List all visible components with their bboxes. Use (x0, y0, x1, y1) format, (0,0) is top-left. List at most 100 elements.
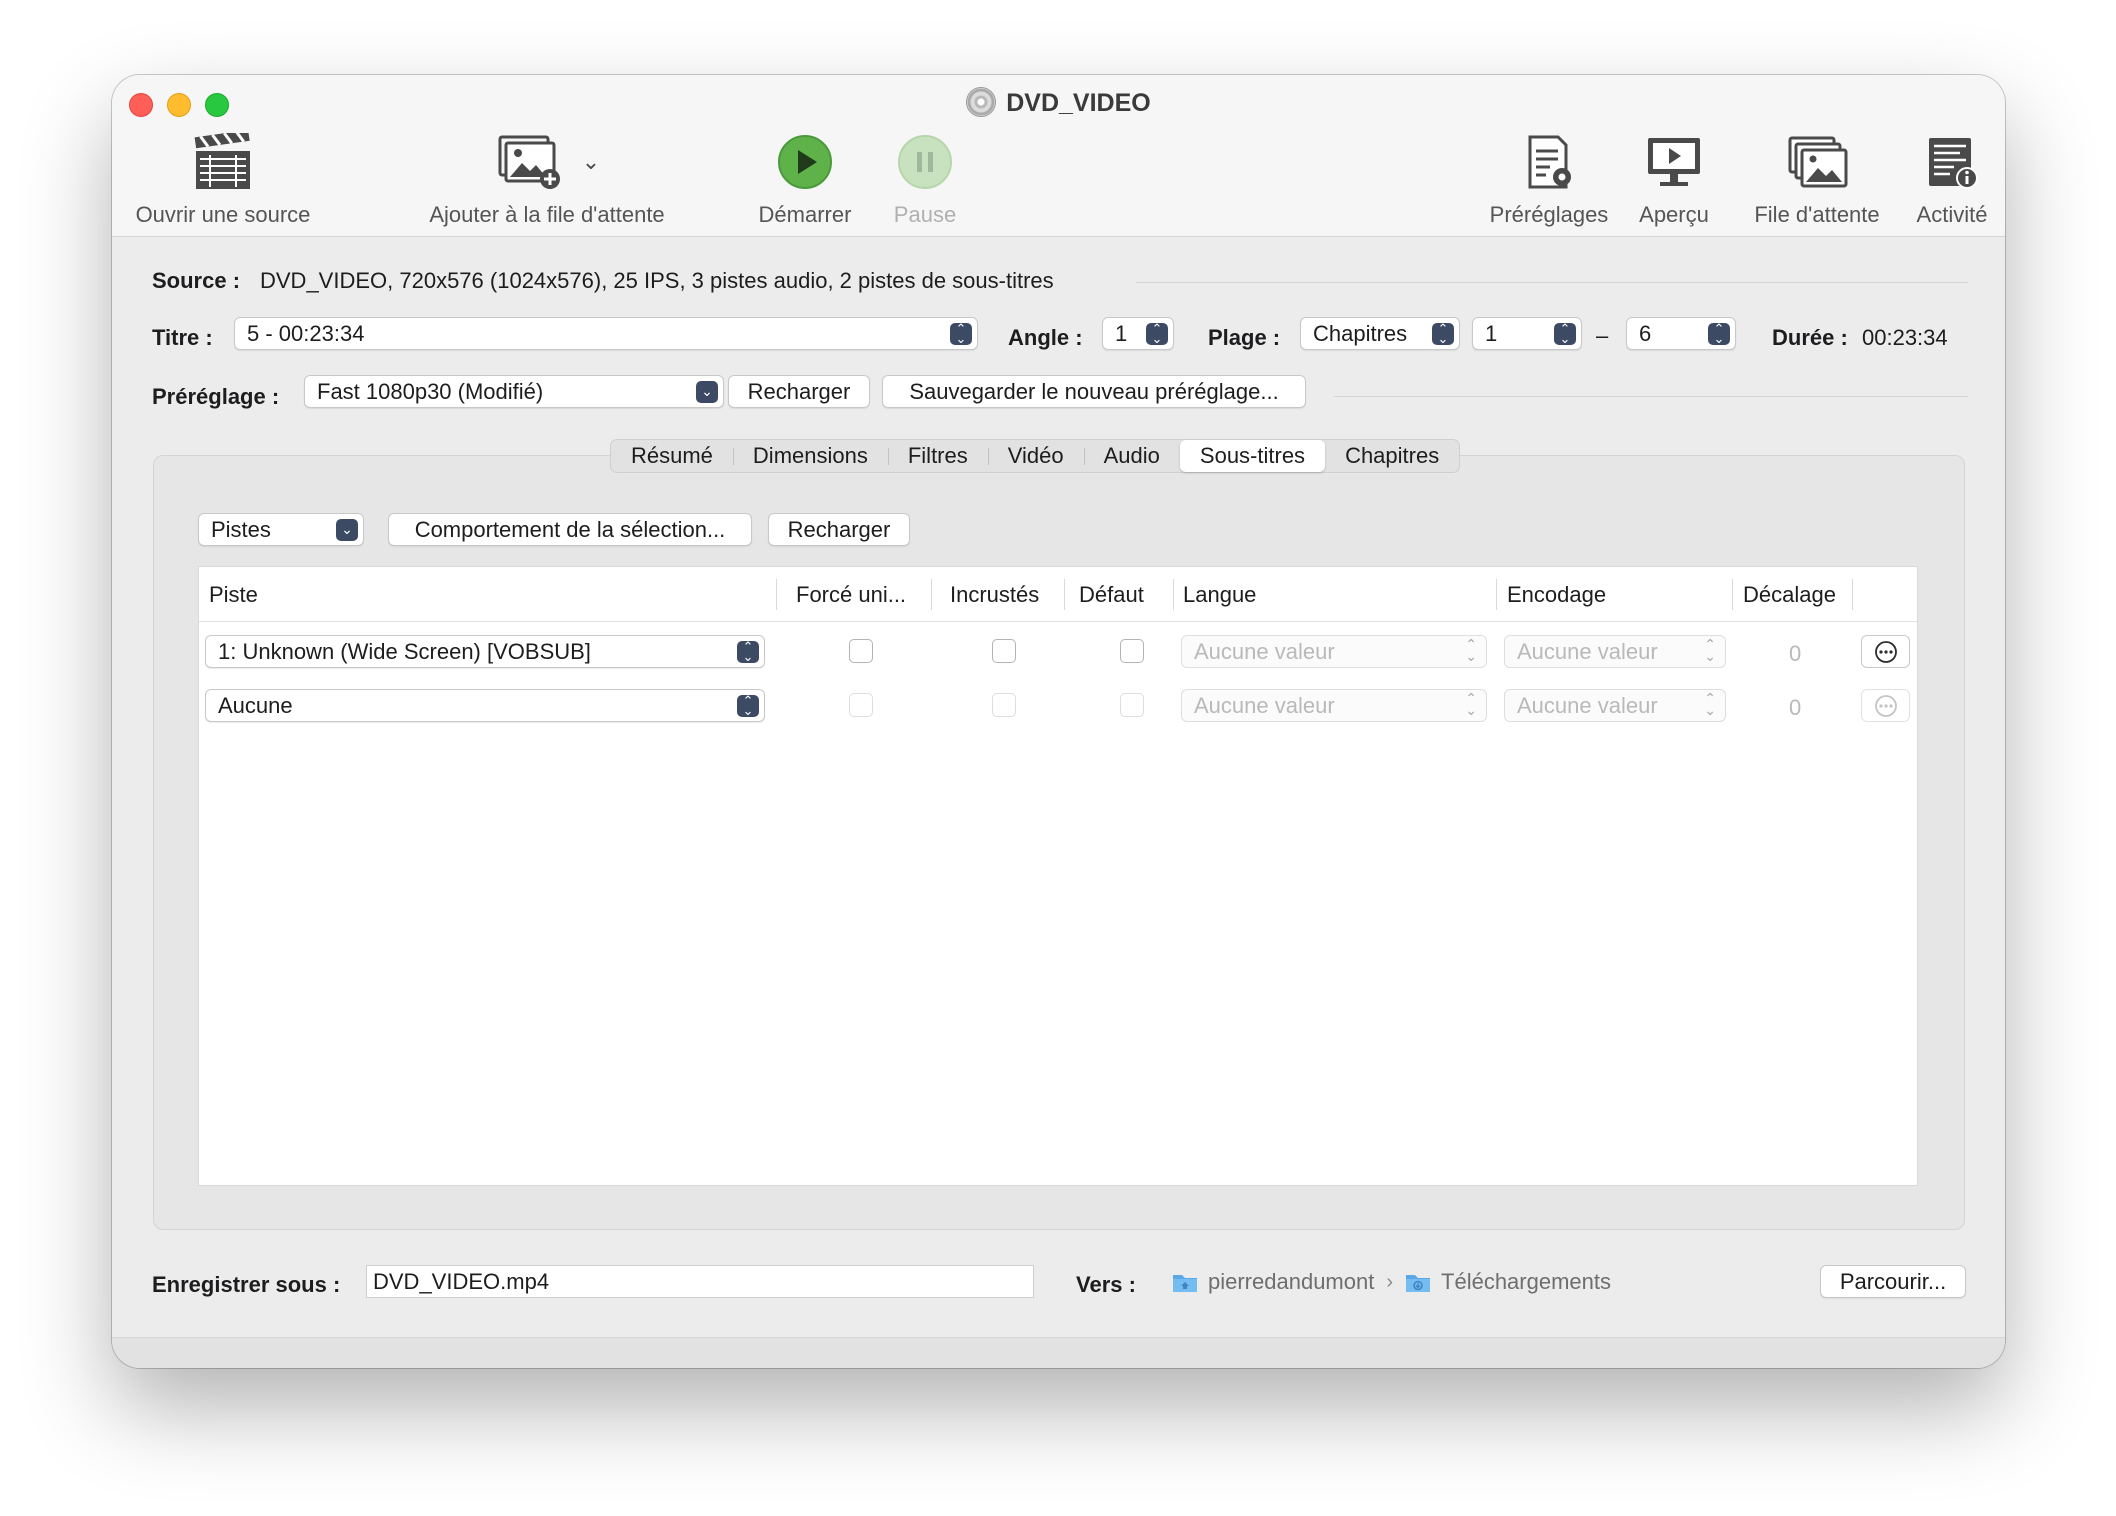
column-separator (776, 579, 777, 610)
tab-video[interactable]: Vidéo (987, 440, 1084, 472)
save-as-filename-input[interactable]: DVD_VIDEO.mp4 (366, 1265, 1034, 1298)
start-button[interactable]: Démarrer (740, 130, 870, 228)
language-value: Aucune valeur (1194, 639, 1335, 664)
preset-popup-value: Fast 1080p30 (Modifié) (317, 379, 544, 404)
chevron-down-icon: ⌄ (336, 519, 358, 541)
popup-arrows-icon: ⌃ ⌄ (737, 640, 759, 663)
save-new-preset-button[interactable]: Sauvegarder le nouveau préréglage... (882, 375, 1306, 408)
pause-label: Pause (893, 202, 957, 227)
track-select-popup[interactable]: Aucune ⌃ ⌄ (205, 689, 765, 722)
range-start-popup[interactable]: 1 ⌃ ⌄ (1472, 317, 1582, 350)
reload-preset-button[interactable]: Recharger (728, 375, 870, 408)
column-header-language[interactable]: Langue (1183, 567, 1256, 622)
column-header-track[interactable]: Piste (209, 567, 258, 622)
tab-chapters[interactable]: Chapitres (1325, 440, 1459, 472)
forced-only-checkbox[interactable] (849, 639, 873, 663)
window-title-text: DVD_VIDEO (1006, 89, 1151, 117)
tab-filters[interactable]: Filtres (887, 440, 988, 472)
range-end-popup[interactable]: 6 ⌃ ⌄ (1626, 317, 1736, 350)
preview-label: Aperçu (1639, 202, 1709, 227)
popup-arrows-icon: ⌃ ⌄ (737, 694, 759, 717)
stacked-images-icon (1732, 130, 1902, 194)
encoding-popup: Aucune valeur ⌃ ⌄ (1504, 689, 1726, 722)
default-checkbox (1120, 693, 1144, 717)
burned-in-checkbox (992, 693, 1016, 717)
range-type-popup[interactable]: Chapitres ⌃ ⌄ (1300, 317, 1460, 350)
burned-in-checkbox[interactable] (992, 639, 1016, 663)
column-separator (1852, 579, 1853, 610)
source-label: Source : (152, 268, 241, 293)
chevron-down-icon[interactable]: ⌄ (582, 149, 600, 175)
downloads-folder-icon (1405, 1271, 1431, 1293)
track-options-button (1861, 689, 1910, 722)
range-start-value: 1 (1485, 321, 1498, 346)
tab-dimensions[interactable]: Dimensions (732, 440, 888, 472)
default-checkbox[interactable] (1120, 639, 1144, 663)
home-folder-icon (1172, 1271, 1198, 1293)
popup-arrows-icon: ⌃ ⌄ (1146, 322, 1168, 345)
tab-bar: Résumé Dimensions Filtres Vidéo Audio So… (610, 439, 1461, 473)
destination-label: Vers : (1076, 1272, 1136, 1297)
updown-arrows-icon: ⌃ ⌄ (1704, 690, 1716, 718)
chevron-down-icon: ⌄ (696, 381, 718, 403)
destination-path[interactable]: pierredandumont › Téléchargements (1172, 1269, 1611, 1295)
pause-icon (870, 130, 980, 194)
open-source-label: Ouvrir une source (135, 202, 311, 227)
browse-button[interactable]: Parcourir... (1820, 1265, 1966, 1298)
column-separator (1173, 579, 1174, 610)
column-separator (931, 579, 932, 610)
tab-subtitles[interactable]: Sous-titres (1179, 440, 1326, 472)
tab-summary[interactable]: Résumé (611, 440, 733, 472)
column-header-forced[interactable]: Forcé uni... (796, 567, 906, 622)
forced-only-checkbox (849, 693, 873, 717)
tracks-popup[interactable]: Pistes ⌄ (198, 513, 364, 546)
column-header-encoding[interactable]: Encodage (1507, 567, 1606, 622)
title-popup-value: 5 - 00:23:34 (247, 321, 365, 346)
range-end-value: 6 (1639, 321, 1652, 346)
add-to-queue-button[interactable]: ⌄ Ajouter à la file d'attente (402, 130, 692, 228)
angle-popup-value: 1 (1115, 321, 1128, 346)
path-segment-home: pierredandumont (1208, 1269, 1375, 1294)
window-title: DVD_VIDEO (112, 87, 2005, 118)
angle-popup[interactable]: 1 ⌃ ⌄ (1102, 317, 1174, 350)
window-bottom-bar (112, 1337, 2005, 1368)
reload-subtitles-button[interactable]: Recharger (768, 513, 910, 546)
popup-arrows-icon: ⌃ ⌄ (1432, 322, 1454, 345)
app-window: DVD_VIDEO Ouvrir une source ⌄ Ajouter à … (112, 75, 2005, 1368)
column-header-default[interactable]: Défaut (1079, 567, 1144, 622)
presets-button[interactable]: Préréglages (1478, 130, 1620, 228)
title-label: Titre : (152, 325, 213, 350)
preset-label: Préréglage : (152, 384, 280, 409)
column-separator (1732, 579, 1733, 610)
updown-arrows-icon: ⌃ ⌄ (1465, 690, 1477, 718)
tracks-popup-value: Pistes (211, 517, 271, 542)
activity-button[interactable]: Activité (1902, 130, 2002, 228)
track-select-value: Aucune (218, 693, 293, 718)
save-as-label: Enregistrer sous : (152, 1272, 341, 1297)
column-separator (1496, 579, 1497, 610)
add-to-queue-label: Ajouter à la file d'attente (429, 202, 665, 227)
column-header-offset[interactable]: Décalage (1743, 567, 1836, 622)
preview-button[interactable]: Aperçu (1624, 130, 1724, 228)
column-header-burned[interactable]: Incrustés (950, 567, 1039, 622)
column-separator (1064, 579, 1065, 610)
track-options-button[interactable] (1861, 635, 1910, 668)
preset-divider (1334, 396, 1968, 397)
open-source-button[interactable]: Ouvrir une source (130, 130, 316, 228)
queue-button[interactable]: File d'attente (1732, 130, 1902, 228)
range-type-value: Chapitres (1313, 321, 1408, 346)
selection-behavior-button[interactable]: Comportement de la sélection... (388, 513, 752, 546)
track-select-popup[interactable]: 1: Unknown (Wide Screen) [VOBSUB] ⌃ ⌄ (205, 635, 765, 668)
preset-popup[interactable]: Fast 1080p30 (Modifié) ⌄ (304, 375, 724, 408)
ellipsis-circle-icon (1874, 640, 1897, 663)
tab-audio[interactable]: Audio (1083, 440, 1180, 472)
chevron-right-icon: › (1386, 1270, 1394, 1293)
encoding-value: Aucune valeur (1517, 639, 1658, 664)
encoding-popup: Aucune valeur ⌃ ⌄ (1504, 635, 1726, 668)
duration-value: 00:23:34 (1862, 325, 1948, 350)
title-popup[interactable]: 5 - 00:23:34 ⌃ ⌄ (234, 317, 978, 350)
path-segment-downloads: Téléchargements (1441, 1269, 1611, 1294)
track-select-value: 1: Unknown (Wide Screen) [VOBSUB] (218, 639, 591, 664)
start-label: Démarrer (758, 202, 852, 227)
table-header: Piste Forcé uni... Incrustés Défaut Lang… (199, 567, 1917, 622)
